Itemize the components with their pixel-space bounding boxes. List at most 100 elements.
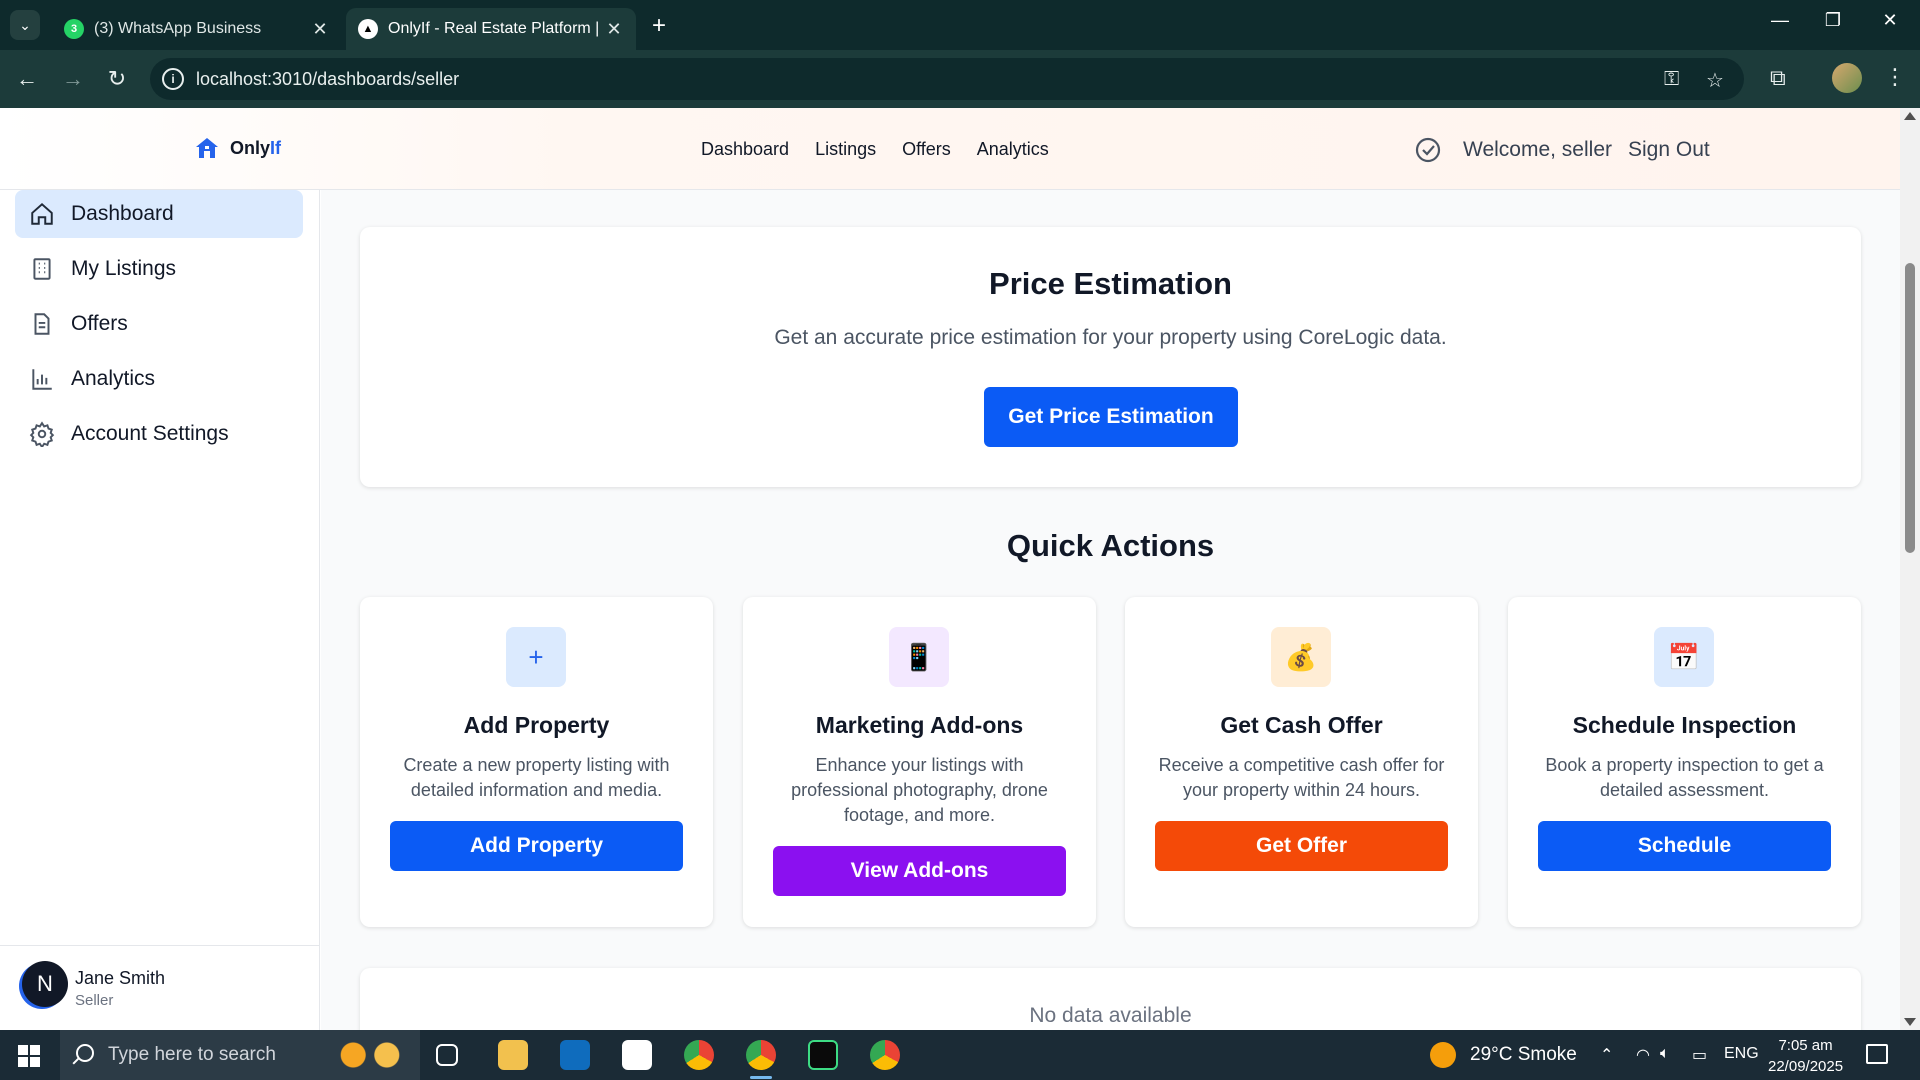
chrome-app-icon[interactable] (870, 1040, 900, 1070)
nav-analytics[interactable]: Analytics (977, 139, 1049, 160)
sidebar-item-label: Offers (71, 312, 128, 335)
bookmark-star-icon[interactable]: ☆ (1706, 68, 1724, 93)
close-tab-icon[interactable]: ✕ (604, 19, 624, 40)
password-key-icon[interactable]: ⚿ (1664, 68, 1679, 91)
user-name: Jane Smith (75, 968, 166, 988)
sidebar-item-offers[interactable]: Offers (15, 300, 303, 348)
card-description: Create a new property listing with detai… (403, 755, 670, 800)
file-explorer-icon[interactable] (498, 1040, 528, 1070)
address-bar-row: ← → ↻ i localhost:3010/dashboards/seller… (0, 50, 1920, 108)
url-text[interactable]: localhost:3010/dashboards/seller (196, 69, 459, 90)
volume-icon[interactable]: 🔈︎ (1660, 1045, 1670, 1063)
scroll-down-arrow[interactable] (1904, 1018, 1916, 1026)
schedule-button[interactable]: Schedule (1538, 821, 1831, 871)
user-profile-footer[interactable]: N Jane Smith Seller (0, 945, 320, 1030)
card-title: Get Cash Offer (1220, 712, 1383, 738)
sign-out-link[interactable]: Sign Out (1628, 138, 1710, 162)
logo[interactable]: Only If (194, 136, 281, 160)
check-circle-icon[interactable] (1414, 136, 1442, 164)
language-indicator[interactable]: ENG (1724, 1045, 1759, 1063)
bar-chart-icon (32, 369, 52, 390)
outlook-icon[interactable] (560, 1040, 590, 1070)
taskbar-search[interactable]: Type here to search (60, 1030, 420, 1080)
forward-icon[interactable]: → (58, 64, 88, 94)
tab-title: (3) WhatsApp Business (94, 20, 262, 37)
profile-avatar[interactable] (1832, 63, 1862, 93)
back-icon[interactable]: ← (12, 64, 42, 94)
clock-time: 7:05 am (1778, 1037, 1833, 1054)
search-highlight-icon (328, 1034, 412, 1076)
card-description: Enhance your listings with professional … (791, 755, 1048, 825)
whatsapp-icon: 3 (64, 19, 84, 39)
site-info-icon[interactable]: i (162, 68, 184, 90)
chrome-profile-icon[interactable] (746, 1040, 776, 1079)
windows-start-icon[interactable] (18, 1045, 40, 1067)
card-title: Marketing Add-ons (815, 712, 1024, 738)
more-menu-icon[interactable]: ⋮ (1884, 64, 1906, 90)
get-price-estimation-button[interactable]: Get Price Estimation (984, 387, 1238, 447)
tab-onlyif[interactable]: ▲ OnlyIf - Real Estate Platform | Bu ✕ (346, 8, 636, 50)
view-add-ons-button[interactable]: View Add-ons (773, 846, 1066, 896)
avatar[interactable]: N (22, 961, 68, 1007)
close-tab-icon[interactable]: ✕ (310, 19, 330, 40)
quick-action-card-cash-offer: 💰 Get Cash Offer Receive a competitive c… (1125, 597, 1478, 927)
page-scrollbar[interactable] (1900, 108, 1920, 1030)
terminal-icon[interactable] (808, 1040, 838, 1070)
calendar-icon: 📅 (1654, 627, 1714, 687)
sidebar: Dashboard My Listings Offers Analytics A… (0, 190, 320, 1030)
quick-action-card-add-property: + Add Property Create a new property lis… (360, 597, 713, 927)
battery-icon[interactable]: ▭ (1692, 1045, 1707, 1065)
logo-text: Only (230, 137, 271, 158)
building-icon (33, 258, 51, 280)
weather-text[interactable]: 29°C Smoke (1470, 1044, 1577, 1066)
scroll-thumb[interactable] (1905, 263, 1915, 553)
close-window-icon[interactable]: ✕ (1870, 10, 1910, 31)
price-estimation-card: Price Estimation Get an accurate price e… (360, 227, 1861, 487)
nav-dashboard[interactable]: Dashboard (701, 139, 789, 160)
sidebar-item-my-listings[interactable]: My Listings (15, 245, 303, 293)
tab-search-button[interactable]: ⌄ (10, 10, 40, 40)
phone-icon: 📱 (889, 627, 949, 687)
extensions-icon[interactable]: ⧉ (1770, 65, 1786, 91)
get-offer-button[interactable]: Get Offer (1155, 821, 1448, 871)
sidebar-item-label: Account Settings (71, 422, 229, 445)
chevron-up-icon[interactable]: ⌃ (1600, 1045, 1613, 1065)
url-field[interactable]: i localhost:3010/dashboards/seller ⚿ ☆ (150, 58, 1744, 100)
user-role: Seller (75, 992, 114, 1009)
no-data-text: No data available (1029, 1004, 1192, 1027)
main-content: Price Estimation Get an accurate price e… (321, 190, 1900, 1030)
tab-title: OnlyIf - Real Estate Platform | Bu (388, 20, 604, 37)
search-icon (76, 1044, 94, 1062)
sidebar-item-dashboard[interactable]: Dashboard (15, 190, 303, 238)
store-icon[interactable] (622, 1040, 652, 1070)
wifi-icon[interactable]: ◠ (1636, 1045, 1650, 1065)
card-title: Add Property (463, 712, 610, 738)
notification-icon[interactable] (1866, 1044, 1888, 1064)
system-clock[interactable]: 7:05 am 22/09/2025 (1768, 1035, 1843, 1077)
weather-icon[interactable] (1430, 1042, 1456, 1068)
sidebar-item-analytics[interactable]: Analytics (15, 355, 303, 403)
tab-whatsapp[interactable]: 3 (3) WhatsApp Business ✕ (52, 8, 342, 50)
minimize-icon[interactable]: — (1760, 10, 1800, 31)
vercel-triangle-icon: ▲ (358, 19, 378, 39)
browser-tab-bar: ⌄ 3 (3) WhatsApp Business ✕ ▲ OnlyIf - R… (0, 0, 1920, 50)
task-view-icon[interactable] (436, 1044, 458, 1066)
nav-listings[interactable]: Listings (815, 139, 876, 160)
home-icon (31, 202, 53, 225)
plus-icon: + (506, 627, 566, 687)
logo-accent: If (270, 137, 282, 158)
card-title: Schedule Inspection (1572, 712, 1797, 738)
restore-icon[interactable]: ❐ (1813, 10, 1853, 31)
chrome-icon[interactable] (684, 1040, 714, 1070)
quick-actions-title: Quick Actions (1006, 528, 1215, 563)
nav-offers[interactable]: Offers (902, 139, 951, 160)
new-tab-button[interactable]: + (652, 12, 666, 40)
scroll-up-arrow[interactable] (1904, 112, 1916, 120)
sidebar-item-account-settings[interactable]: Account Settings (15, 410, 303, 458)
reload-icon[interactable]: ↻ (102, 64, 132, 94)
card-description: Book a property inspection to get a deta… (1545, 755, 1824, 800)
price-estimation-title: Price Estimation (989, 266, 1232, 301)
sidebar-item-label: Analytics (71, 367, 156, 390)
document-icon (34, 313, 50, 335)
add-property-button[interactable]: Add Property (390, 821, 683, 871)
